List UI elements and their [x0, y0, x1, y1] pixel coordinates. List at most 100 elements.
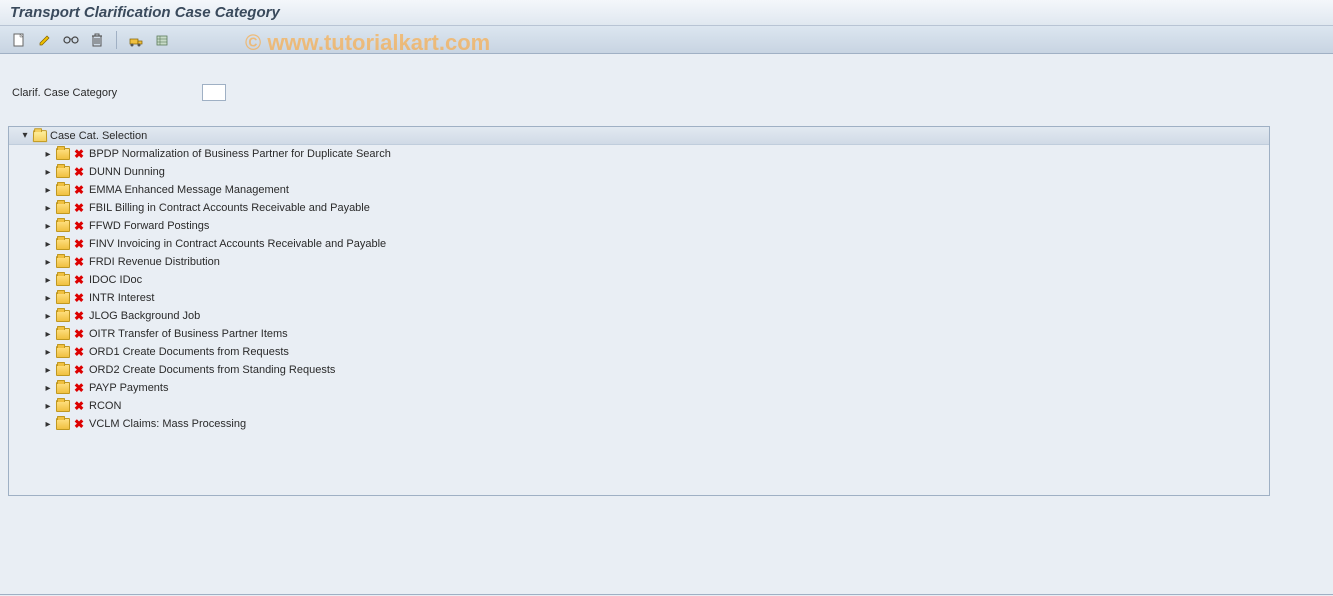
tree-item[interactable]: ✖ FRDI Revenue Distribution	[9, 253, 1269, 271]
tree-item-label: IDOC IDoc	[89, 274, 142, 286]
folder-icon	[56, 382, 70, 394]
display-button[interactable]	[60, 30, 82, 50]
tree-item-label: EMMA Enhanced Message Management	[89, 184, 289, 196]
edit-button[interactable]	[34, 30, 56, 50]
expand-icon[interactable]	[43, 185, 53, 195]
folder-icon	[56, 184, 70, 196]
page-title: Transport Clarification Case Category	[10, 4, 280, 21]
x-mark-icon: ✖	[73, 273, 85, 287]
new-button[interactable]	[8, 30, 30, 50]
tree-item[interactable]: ✖ PAYP Payments	[9, 379, 1269, 397]
tree-body: ✖ BPDP Normalization of Business Partner …	[9, 145, 1269, 433]
expand-icon[interactable]	[43, 203, 53, 213]
expand-icon[interactable]	[43, 347, 53, 357]
tree-item[interactable]: ✖ INTR Interest	[9, 289, 1269, 307]
folder-icon	[56, 292, 70, 304]
field-label: Clarif. Case Category	[12, 87, 202, 99]
x-mark-icon: ✖	[73, 255, 85, 269]
x-mark-icon: ✖	[73, 183, 85, 197]
folder-icon	[56, 346, 70, 358]
tree-panel: Case Cat. Selection ✖ BPDP Normalization …	[8, 126, 1270, 496]
x-mark-icon: ✖	[73, 363, 85, 377]
tree-item[interactable]: ✖ OITR Transfer of Business Partner Items	[9, 325, 1269, 343]
object-button[interactable]	[151, 30, 173, 50]
x-mark-icon: ✖	[73, 219, 85, 233]
x-mark-icon: ✖	[73, 417, 85, 431]
title-bar: Transport Clarification Case Category	[0, 0, 1333, 26]
content-area: Clarif. Case Category Case Cat. Selectio…	[0, 54, 1333, 504]
tree-item[interactable]: ✖ FBIL Billing in Contract Accounts Recei…	[9, 199, 1269, 217]
tree-item[interactable]: ✖ EMMA Enhanced Message Management	[9, 181, 1269, 199]
tree-item-label: OITR Transfer of Business Partner Items	[89, 328, 288, 340]
tree-root-row[interactable]: Case Cat. Selection	[9, 127, 1269, 145]
folder-icon	[56, 418, 70, 430]
expand-icon[interactable]	[43, 365, 53, 375]
expand-icon[interactable]	[43, 167, 53, 177]
expand-icon[interactable]	[43, 383, 53, 393]
folder-icon	[56, 238, 70, 250]
folder-open-icon	[33, 130, 47, 142]
folder-icon	[56, 400, 70, 412]
tree-item-label: RCON	[89, 400, 121, 412]
x-mark-icon: ✖	[73, 165, 85, 179]
transport-button[interactable]	[125, 30, 147, 50]
tree-item[interactable]: ✖ ORD2 Create Documents from Standing Req…	[9, 361, 1269, 379]
expand-icon[interactable]	[43, 257, 53, 267]
x-mark-icon: ✖	[73, 201, 85, 215]
x-mark-icon: ✖	[73, 237, 85, 251]
case-category-input[interactable]	[202, 84, 226, 101]
folder-icon	[56, 166, 70, 178]
tree-item-label: FRDI Revenue Distribution	[89, 256, 220, 268]
tree-item[interactable]: ✖ IDOC IDoc	[9, 271, 1269, 289]
tree-item[interactable]: ✖ VCLM Claims: Mass Processing	[9, 415, 1269, 433]
tree-item-label: DUNN Dunning	[89, 166, 165, 178]
expand-icon[interactable]	[43, 149, 53, 159]
x-mark-icon: ✖	[73, 309, 85, 323]
x-mark-icon: ✖	[73, 147, 85, 161]
tree-item[interactable]: ✖ FINV Invoicing in Contract Accounts Rec…	[9, 235, 1269, 253]
delete-button[interactable]	[86, 30, 108, 50]
tree-item-label: INTR Interest	[89, 292, 154, 304]
expand-icon[interactable]	[43, 293, 53, 303]
tree-item-label: ORD1 Create Documents from Requests	[89, 346, 289, 358]
toolbar	[0, 26, 1333, 54]
tree-item[interactable]: ✖ RCON	[9, 397, 1269, 415]
x-mark-icon: ✖	[73, 327, 85, 341]
tree-item-label: VCLM Claims: Mass Processing	[89, 418, 246, 430]
tree-item-label: FFWD Forward Postings	[89, 220, 209, 232]
x-mark-icon: ✖	[73, 381, 85, 395]
tree-item[interactable]: ✖ BPDP Normalization of Business Partner …	[9, 145, 1269, 163]
tree-item-label: PAYP Payments	[89, 382, 168, 394]
tree-item-label: BPDP Normalization of Business Partner f…	[89, 148, 391, 160]
folder-icon	[56, 220, 70, 232]
tree-item[interactable]: ✖ JLOG Background Job	[9, 307, 1269, 325]
tree-item-label: FINV Invoicing in Contract Accounts Rece…	[89, 238, 386, 250]
tree-item-label: JLOG Background Job	[89, 310, 200, 322]
tree-item[interactable]: ✖ FFWD Forward Postings	[9, 217, 1269, 235]
folder-icon	[56, 310, 70, 322]
expand-icon[interactable]	[43, 401, 53, 411]
field-row: Clarif. Case Category	[12, 84, 1325, 101]
tree-item-label: FBIL Billing in Contract Accounts Receiv…	[89, 202, 370, 214]
expand-icon[interactable]	[43, 221, 53, 231]
collapse-icon[interactable]	[20, 131, 30, 141]
tree-root-label: Case Cat. Selection	[50, 130, 147, 142]
folder-icon	[56, 274, 70, 286]
x-mark-icon: ✖	[73, 345, 85, 359]
folder-icon	[56, 202, 70, 214]
expand-icon[interactable]	[43, 329, 53, 339]
tree-item[interactable]: ✖ ORD1 Create Documents from Requests	[9, 343, 1269, 361]
tree-item-label: ORD2 Create Documents from Standing Requ…	[89, 364, 335, 376]
folder-icon	[56, 364, 70, 376]
expand-icon[interactable]	[43, 419, 53, 429]
x-mark-icon: ✖	[73, 291, 85, 305]
expand-icon[interactable]	[43, 275, 53, 285]
x-mark-icon: ✖	[73, 399, 85, 413]
folder-icon	[56, 256, 70, 268]
tree-item[interactable]: ✖ DUNN Dunning	[9, 163, 1269, 181]
folder-icon	[56, 148, 70, 160]
expand-icon[interactable]	[43, 311, 53, 321]
folder-icon	[56, 328, 70, 340]
toolbar-separator	[116, 31, 117, 49]
expand-icon[interactable]	[43, 239, 53, 249]
